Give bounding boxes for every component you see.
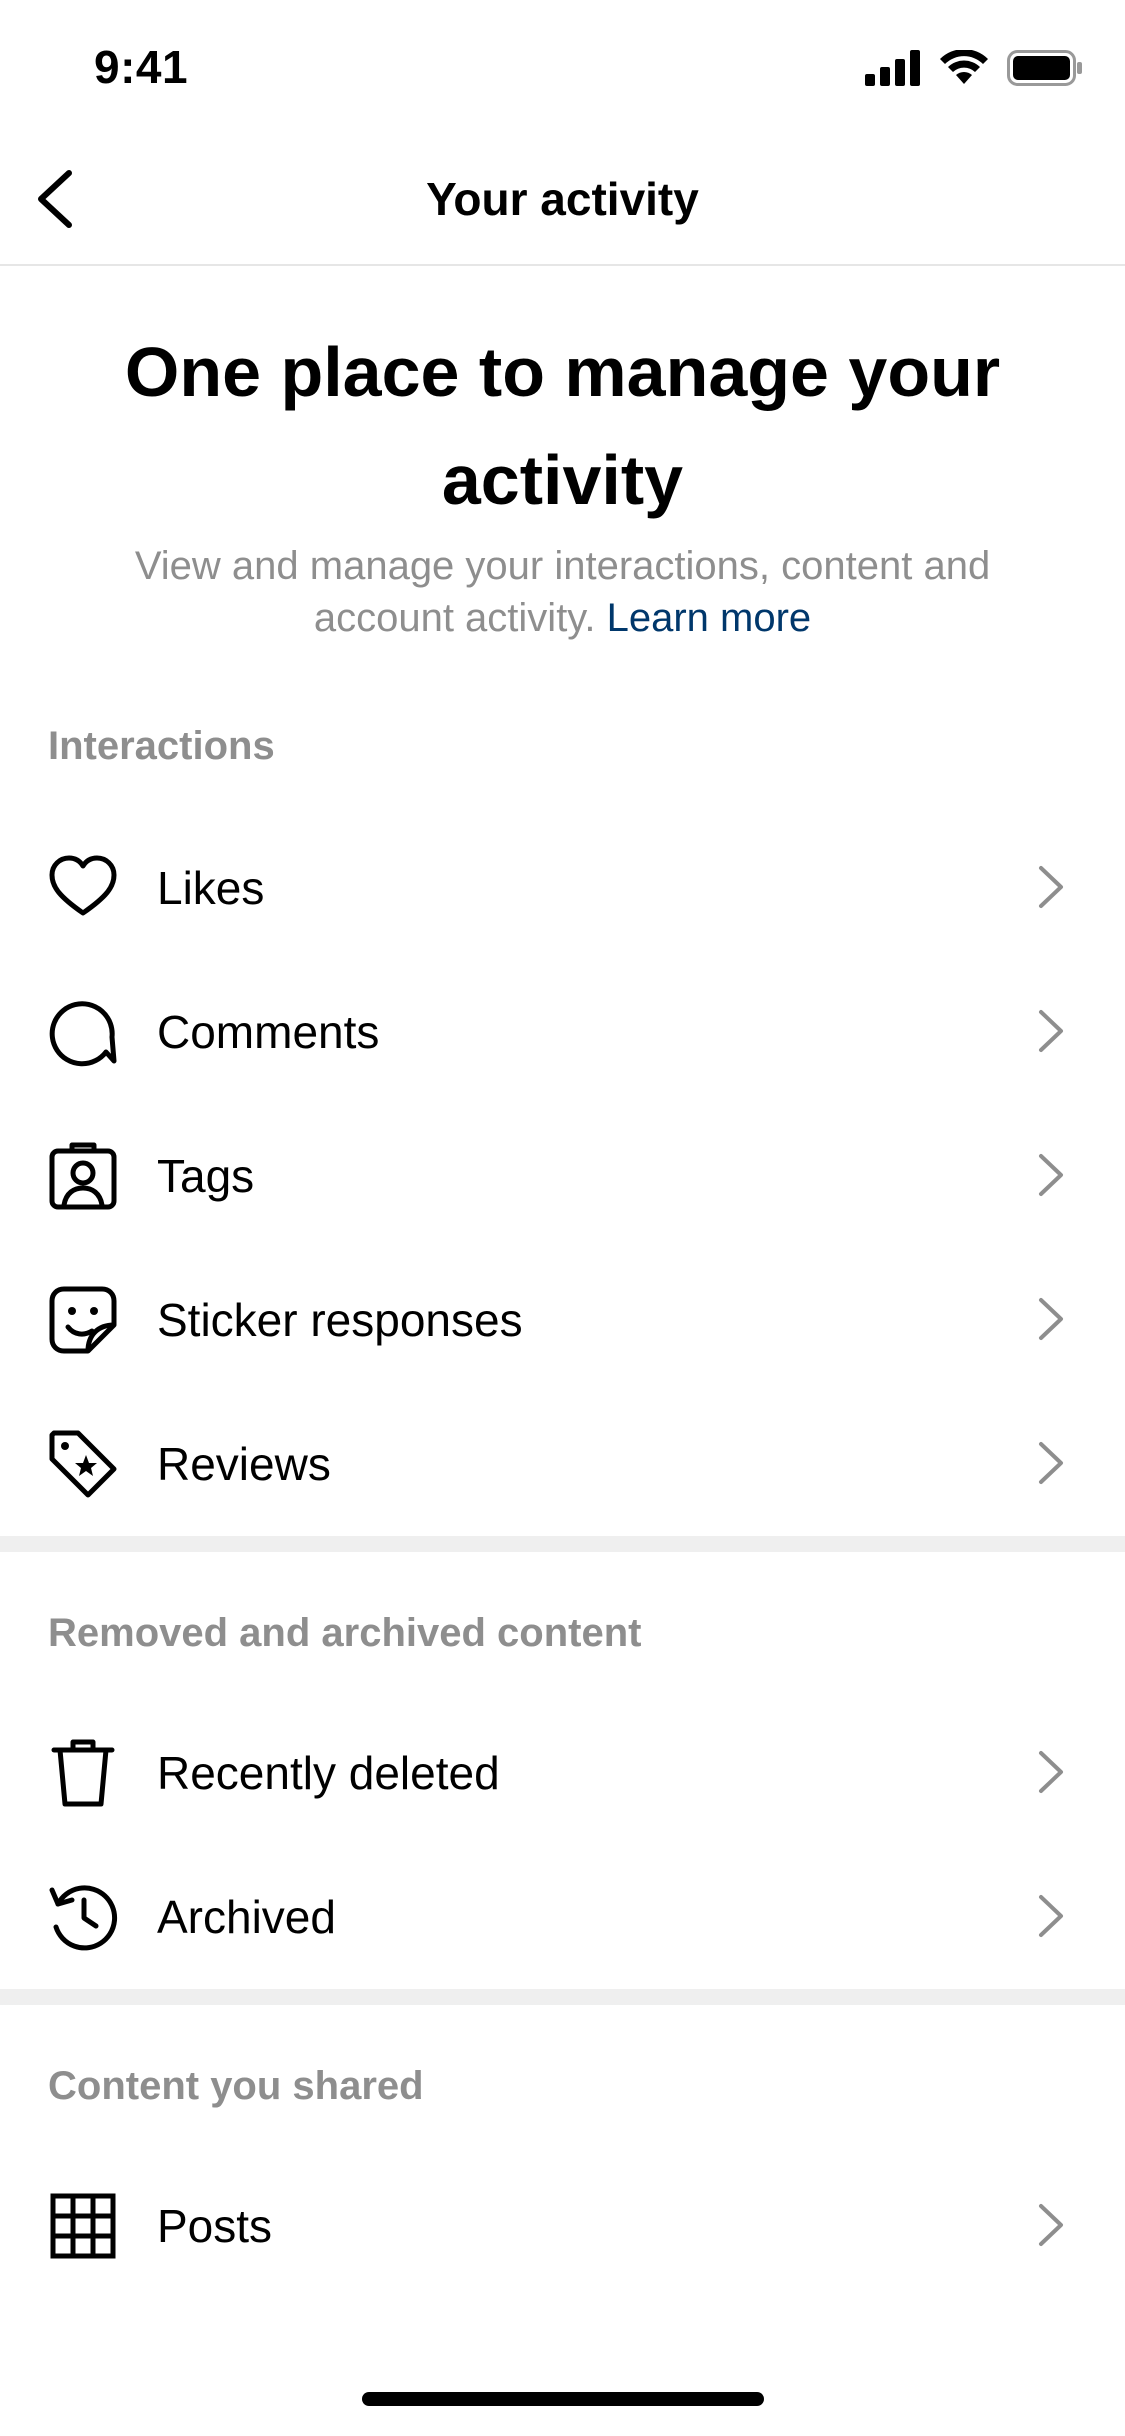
chevron-right-icon: [1029, 1894, 1073, 1938]
list-item-label: Archived: [157, 1891, 336, 1943]
battery-icon: [1007, 50, 1083, 86]
chevron-right-icon: [1029, 1750, 1073, 1794]
learn-more-link[interactable]: Learn more: [607, 596, 812, 640]
list-item-label: Posts: [157, 2200, 273, 2252]
your-activity-screen: 9:41 Your activity One place to manage y…: [0, 0, 1125, 2436]
archive-clock-icon: [48, 1882, 118, 1952]
list-item-archived[interactable]: Archived: [0, 1844, 1125, 1988]
cellular-signal-icon: [865, 50, 921, 86]
list-item-label: Likes: [157, 862, 265, 914]
chevron-right-icon: [1029, 865, 1073, 909]
status-time: 9:41: [94, 41, 189, 93]
list-item-label: Recently deleted: [157, 1747, 500, 1799]
comment-bubble-icon: [48, 997, 118, 1067]
wifi-icon: [939, 50, 989, 86]
section-header-interactions: Interactions: [48, 724, 275, 768]
home-indicator[interactable]: [362, 2392, 764, 2406]
list-item-likes[interactable]: Likes: [0, 815, 1125, 959]
list-item-sticker-responses[interactable]: Sticker responses: [0, 1247, 1125, 1391]
list-item-label: Tags: [157, 1150, 255, 1202]
review-tag-icon: [48, 1429, 118, 1499]
chevron-right-icon: [1029, 1009, 1073, 1053]
list-item-label: Reviews: [157, 1438, 331, 1490]
heart-icon: [48, 853, 118, 923]
hero-section: One place to manage your activity View a…: [0, 266, 1125, 676]
sticker-icon: [48, 1285, 118, 1355]
page-title: Your activity: [426, 173, 699, 225]
nav-header: Your activity: [0, 132, 1125, 266]
status-bar: 9:41: [0, 0, 1125, 132]
chevron-right-icon: [1029, 1441, 1073, 1485]
chevron-right-icon: [1029, 2203, 1073, 2247]
hero-subtitle-text: View and manage your interactions, conte…: [134, 544, 991, 640]
list-item-tags[interactable]: Tags: [0, 1103, 1125, 1247]
tag-person-icon: [48, 1141, 118, 1211]
grid-icon: [48, 2191, 118, 2261]
chevron-right-icon: [1029, 1297, 1073, 1341]
section-header-removed: Removed and archived content: [48, 1611, 642, 1655]
list-item-label: Sticker responses: [157, 1294, 523, 1346]
list-item-label: Comments: [157, 1006, 380, 1058]
list-item-posts[interactable]: Posts: [0, 2153, 1125, 2297]
chevron-right-icon: [1029, 1153, 1073, 1197]
section-divider: [0, 1989, 1125, 2005]
section-divider: [0, 1536, 1125, 1552]
hero-title: One place to manage your activity: [124, 333, 1001, 519]
trash-icon: [48, 1738, 118, 1808]
list-item-recently-deleted[interactable]: Recently deleted: [0, 1700, 1125, 1844]
status-icons: [865, 50, 1083, 86]
list-item-reviews[interactable]: Reviews: [0, 1391, 1125, 1535]
hero-subtitle: View and manage your interactions, conte…: [120, 540, 1005, 644]
section-header-shared: Content you shared: [48, 2064, 424, 2108]
list-item-comments[interactable]: Comments: [0, 959, 1125, 1103]
